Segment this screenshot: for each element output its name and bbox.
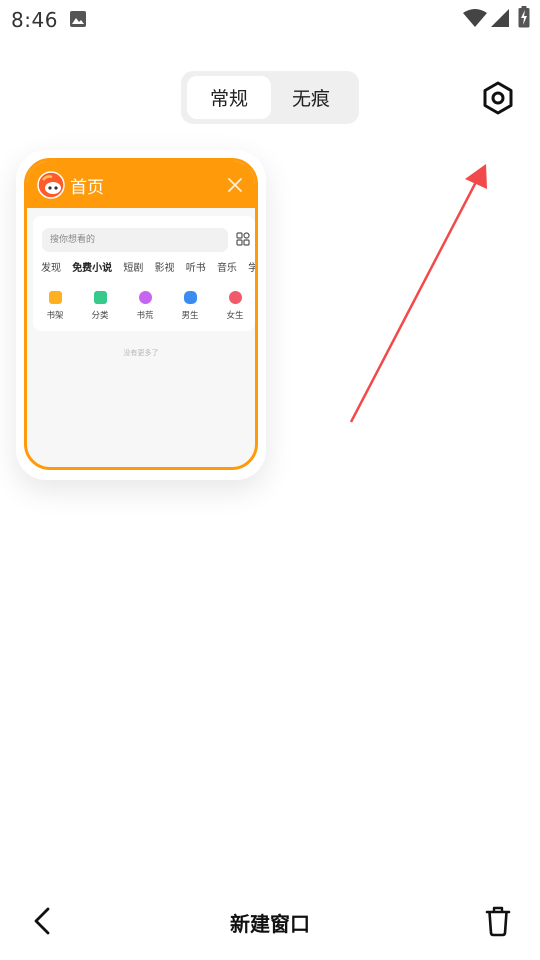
battery-charging-icon	[518, 6, 530, 28]
preview-shortcut-label: 男生	[181, 311, 199, 321]
preview-end-text: 没有更多了	[123, 349, 159, 357]
preview-category: 影视	[154, 263, 175, 274]
status-time: 8:46	[11, 8, 58, 32]
preview-shortcuts: 书架 分类 书荒 男生 女生	[33, 291, 255, 331]
category-icon	[93, 291, 107, 304]
signal-icon	[491, 9, 509, 27]
preview-shortcut-female: 女生	[213, 291, 255, 321]
image-notification-icon	[70, 11, 86, 27]
preview-shortcut-bookshelf: 书架	[33, 291, 77, 321]
female-avatar-icon	[228, 291, 242, 304]
tab-normal-mode[interactable]: 常规	[187, 76, 271, 119]
preview-shortcut-category: 分类	[78, 291, 122, 321]
wifi-icon	[463, 9, 487, 27]
preview-shortcut-male: 男生	[168, 291, 212, 321]
preview-category-tabs: 发现 免费小说 短剧 影视 听书 音乐 学习	[41, 259, 255, 275]
bookshelf-icon	[48, 291, 62, 304]
new-window-button[interactable]: 新建窗口	[190, 908, 350, 937]
preview-search-field: 搜你想看的	[42, 228, 228, 252]
app-logo-icon	[37, 171, 65, 199]
back-icon[interactable]	[28, 906, 56, 936]
settings-button[interactable]	[480, 80, 516, 116]
bottom-bar: 新建窗口	[0, 890, 540, 960]
annotation-arrow	[349, 164, 487, 423]
male-avatar-icon	[183, 291, 197, 304]
hexagon-settings-icon	[483, 81, 513, 115]
tab-card[interactable]: 首页 搜你想看的 发现 免费小说 短剧 影视 听书 音乐 学习 书架	[24, 158, 258, 470]
preview-shortcut-book-shortage: 书荒	[123, 291, 167, 321]
preview-category: 听书	[185, 263, 206, 274]
close-icon[interactable]	[226, 176, 244, 194]
preview-category: 短剧	[123, 263, 144, 274]
trash-icon[interactable]	[483, 905, 513, 937]
preview-category: 发现	[41, 263, 61, 274]
preview-shortcut-label: 分类	[91, 311, 109, 321]
status-bar: 8:46	[0, 0, 540, 40]
tab-card-header: 首页	[27, 161, 255, 208]
preview-category-active: 免费小说	[72, 263, 112, 275]
preview-shortcut-label: 书架	[46, 311, 64, 321]
mode-toggle: 常规 无痕	[181, 71, 359, 124]
hashtag-icon	[138, 291, 152, 304]
tab-preview: 搜你想看的 发现 免费小说 短剧 影视 听书 音乐 学习 书架 分类	[33, 216, 255, 331]
tab-incognito-mode[interactable]: 无痕	[269, 76, 353, 119]
preview-category: 学习	[248, 259, 255, 274]
preview-shortcut-label: 书荒	[136, 311, 154, 321]
preview-category: 音乐	[216, 263, 237, 274]
tab-card-title: 首页	[70, 178, 104, 198]
grid-icon	[236, 232, 250, 246]
preview-shortcut-label: 女生	[226, 311, 244, 321]
